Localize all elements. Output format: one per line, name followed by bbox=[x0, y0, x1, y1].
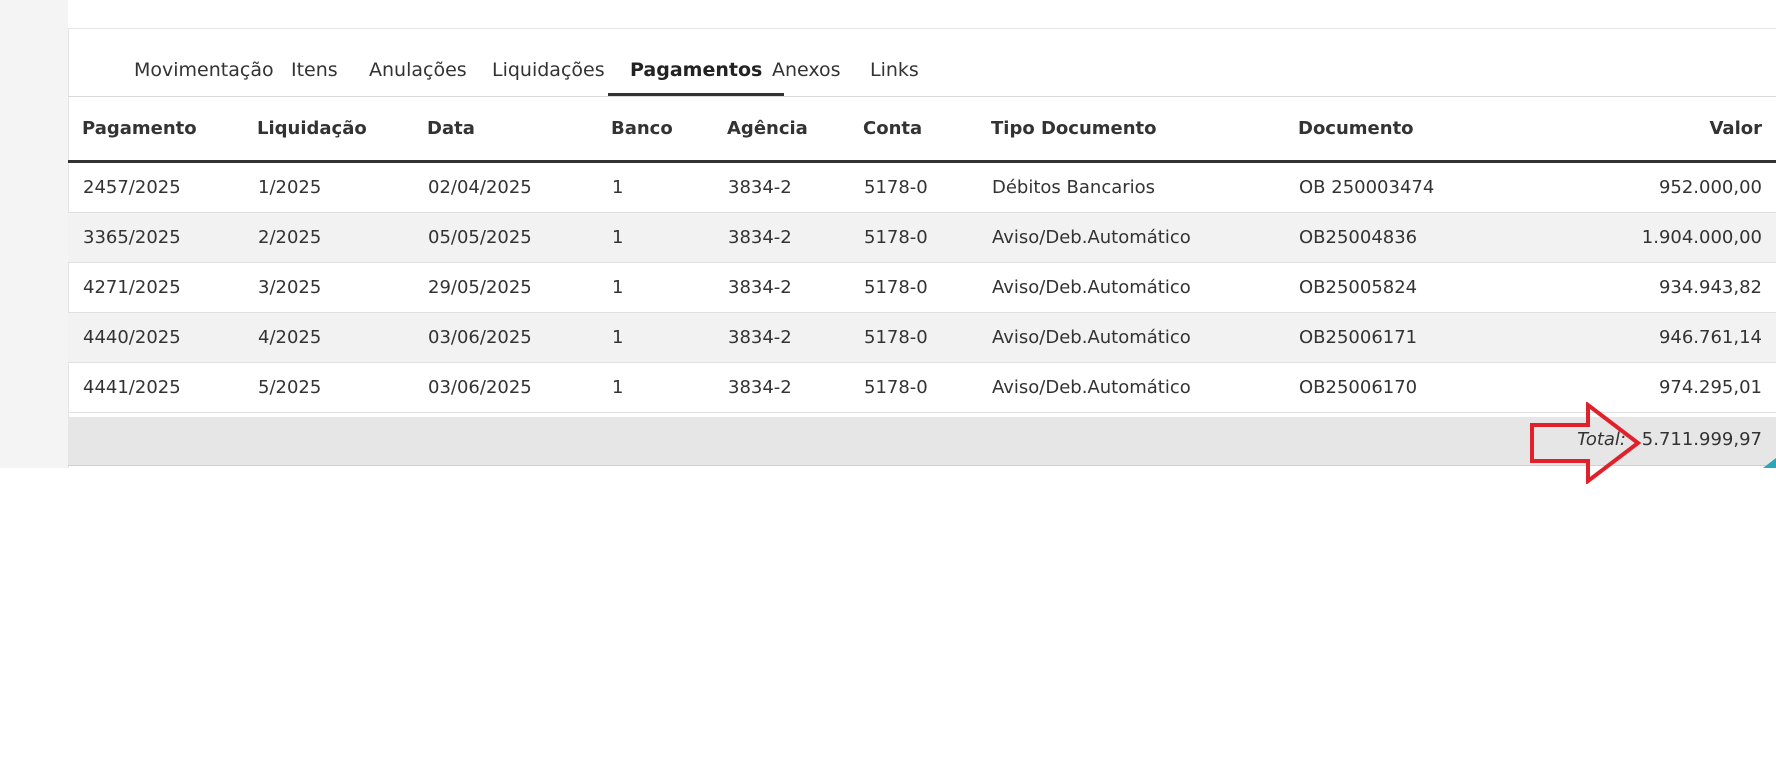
cell-tipo-documento: Aviso/Deb.Automático bbox=[977, 262, 1284, 313]
table-row[interactable]: 4271/2025 3/2025 29/05/2025 1 3834-2 517… bbox=[68, 262, 1776, 313]
cell-liquidacao: 4/2025 bbox=[243, 312, 413, 363]
red-arrow-icon bbox=[1530, 402, 1642, 484]
column-header-pagamento[interactable]: Pagamento bbox=[68, 97, 243, 163]
cell-valor: 1.904.000,00 bbox=[1544, 212, 1776, 263]
tab-anexos[interactable]: Anexos bbox=[750, 56, 863, 96]
tab-liquidacoes[interactable]: Liquidações bbox=[470, 56, 627, 96]
cell-agencia: 3834-2 bbox=[713, 362, 849, 413]
cell-agencia: 3834-2 bbox=[713, 312, 849, 363]
column-header-liquidacao[interactable]: Liquidação bbox=[243, 97, 413, 163]
cell-agencia: 3834-2 bbox=[713, 161, 849, 213]
cell-conta: 5178-0 bbox=[849, 262, 977, 313]
cell-tipo-documento: Aviso/Deb.Automático bbox=[977, 212, 1284, 263]
column-header-documento[interactable]: Documento bbox=[1284, 97, 1544, 163]
cell-liquidacao: 3/2025 bbox=[243, 262, 413, 313]
cell-documento: OB25004836 bbox=[1284, 212, 1544, 263]
column-header-conta[interactable]: Conta bbox=[849, 97, 977, 163]
table-header-row: Pagamento Liquidação Data Banco Agência … bbox=[68, 97, 1776, 163]
column-header-tipo-documento[interactable]: Tipo Documento bbox=[977, 97, 1284, 163]
column-header-agencia[interactable]: Agência bbox=[713, 97, 849, 163]
payments-table-container: Pagamento Liquidação Data Banco Agência … bbox=[68, 97, 1776, 413]
cell-pagamento: 3365/2025 bbox=[68, 212, 243, 263]
cell-banco: 1 bbox=[597, 362, 713, 413]
tab-anulacoes[interactable]: Anulações bbox=[347, 56, 489, 96]
cell-conta: 5178-0 bbox=[849, 212, 977, 263]
cell-documento: OB25005824 bbox=[1284, 262, 1544, 313]
cell-documento: OB25006170 bbox=[1284, 362, 1544, 413]
cell-liquidacao: 1/2025 bbox=[243, 161, 413, 213]
cell-data: 29/05/2025 bbox=[413, 262, 597, 313]
table-row[interactable]: 2457/2025 1/2025 02/04/2025 1 3834-2 517… bbox=[68, 161, 1776, 213]
payments-table: Pagamento Liquidação Data Banco Agência … bbox=[68, 97, 1776, 413]
cell-banco: 1 bbox=[597, 161, 713, 213]
cell-tipo-documento: Aviso/Deb.Automático bbox=[977, 312, 1284, 363]
cell-conta: 5178-0 bbox=[849, 312, 977, 363]
column-header-banco[interactable]: Banco bbox=[597, 97, 713, 163]
table-row[interactable]: 3365/2025 2/2025 05/05/2025 1 3834-2 517… bbox=[68, 212, 1776, 263]
cell-valor: 946.761,14 bbox=[1544, 312, 1776, 363]
column-header-data[interactable]: Data bbox=[413, 97, 597, 163]
cell-banco: 1 bbox=[597, 312, 713, 363]
cell-valor: 934.943,82 bbox=[1544, 262, 1776, 313]
cell-documento: OB25006171 bbox=[1284, 312, 1544, 363]
cell-documento: OB 250003474 bbox=[1284, 161, 1544, 213]
tab-bar: Movimentação Itens Anulações Liquidações… bbox=[68, 28, 1776, 97]
cell-pagamento: 2457/2025 bbox=[68, 161, 243, 213]
cell-tipo-documento: Débitos Bancarios bbox=[977, 161, 1284, 213]
cell-agencia: 3834-2 bbox=[713, 262, 849, 313]
resize-corner-icon[interactable] bbox=[1763, 458, 1776, 468]
cell-agencia: 3834-2 bbox=[713, 212, 849, 263]
cell-conta: 5178-0 bbox=[849, 161, 977, 213]
column-header-valor[interactable]: Valor bbox=[1544, 97, 1776, 163]
cell-data: 05/05/2025 bbox=[413, 212, 597, 263]
cell-data: 02/04/2025 bbox=[413, 161, 597, 213]
cell-tipo-documento: Aviso/Deb.Automático bbox=[977, 362, 1284, 413]
cell-pagamento: 4271/2025 bbox=[68, 262, 243, 313]
top-bar bbox=[68, 0, 1776, 29]
page: Movimentação Itens Anulações Liquidações… bbox=[0, 0, 1776, 773]
left-sidebar-strip bbox=[0, 0, 69, 468]
tab-links[interactable]: Links bbox=[848, 56, 941, 96]
cell-data: 03/06/2025 bbox=[413, 312, 597, 363]
cell-liquidacao: 5/2025 bbox=[243, 362, 413, 413]
cell-pagamento: 4440/2025 bbox=[68, 312, 243, 363]
cell-banco: 1 bbox=[597, 212, 713, 263]
cell-valor: 952.000,00 bbox=[1544, 161, 1776, 213]
total-value: 5.711.999,97 bbox=[1641, 429, 1762, 450]
cell-banco: 1 bbox=[597, 262, 713, 313]
table-total-row: Total: 5.711.999,97 bbox=[68, 417, 1776, 466]
table-row[interactable]: 4440/2025 4/2025 03/06/2025 1 3834-2 517… bbox=[68, 312, 1776, 363]
cell-pagamento: 4441/2025 bbox=[68, 362, 243, 413]
cell-data: 03/06/2025 bbox=[413, 362, 597, 413]
table-row[interactable]: 4441/2025 5/2025 03/06/2025 1 3834-2 517… bbox=[68, 362, 1776, 413]
cell-conta: 5178-0 bbox=[849, 362, 977, 413]
cell-liquidacao: 2/2025 bbox=[243, 212, 413, 263]
